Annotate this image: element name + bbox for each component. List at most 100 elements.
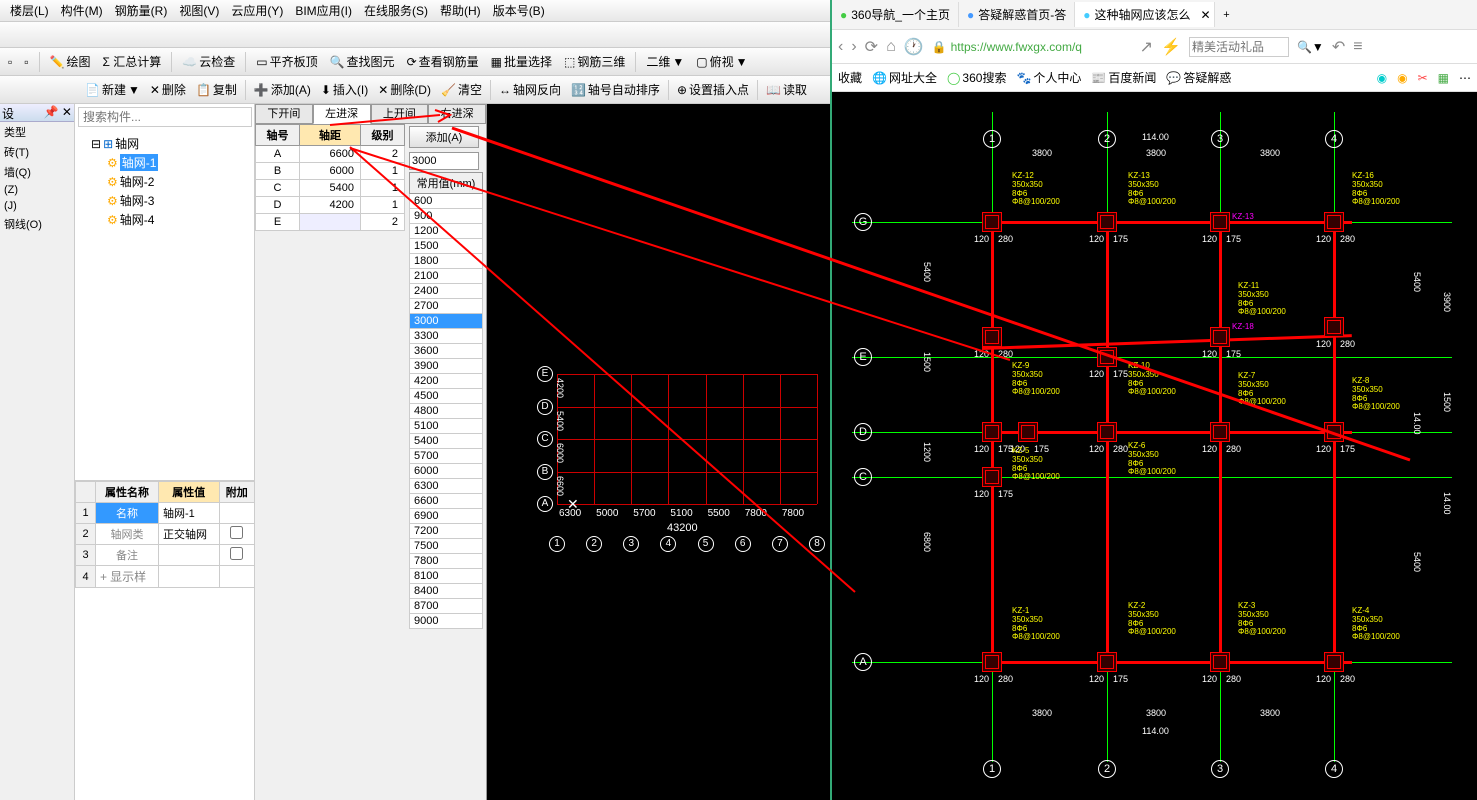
common-value-item[interactable]: 1500 xyxy=(409,239,483,254)
prop-name-2[interactable]: 备注 xyxy=(96,545,159,566)
undo-icon[interactable]: ↶ xyxy=(1332,37,1345,57)
menu-icon[interactable]: ≡ xyxy=(1353,38,1362,56)
common-value-item[interactable]: 5400 xyxy=(409,434,483,449)
browser-tab-1[interactable]: ●答疑解惑首页-答 xyxy=(959,2,1075,27)
common-value-item[interactable]: 2700 xyxy=(409,299,483,314)
menu-help[interactable]: 帮助(H) xyxy=(434,2,487,19)
url-input[interactable]: 🔒https://www.fwxgx.com/q xyxy=(932,40,1132,54)
cat-steel[interactable]: 钢线(O) xyxy=(0,214,74,234)
home-button[interactable]: ⌂ xyxy=(886,38,896,56)
menu-view[interactable]: 视图(V) xyxy=(173,2,225,19)
rebar-qty-button[interactable]: ⟳查看钢筋量 xyxy=(403,51,483,72)
menu-rebar[interactable]: 钢筋量(R) xyxy=(109,2,174,19)
tree-root[interactable]: ⊟⊞轴网 xyxy=(79,134,250,153)
common-value-item[interactable]: 2400 xyxy=(409,284,483,299)
table-row[interactable]: D42001 xyxy=(256,197,405,214)
menu-online[interactable]: 在线服务(S) xyxy=(358,2,434,19)
rebar3d-button[interactable]: ⬚钢筋三维 xyxy=(560,51,629,72)
cat-z[interactable]: (Z) xyxy=(0,182,74,198)
insert-button[interactable]: ⬇插入(I) xyxy=(317,79,372,100)
bookmark-fav[interactable]: 收藏 xyxy=(838,69,862,86)
delete-button[interactable]: ✕删除 xyxy=(146,79,190,100)
tree-item-1[interactable]: ⚙轴网-2 xyxy=(79,172,250,191)
tree-item-2[interactable]: ⚙轴网-3 xyxy=(79,191,250,210)
search-input[interactable] xyxy=(78,107,252,127)
tree-item-3[interactable]: ⚙轴网-4 xyxy=(79,210,250,229)
menu-cloud[interactable]: 云应用(Y) xyxy=(225,2,289,19)
set-insert-button[interactable]: ⊕设置插入点 xyxy=(673,79,753,100)
browser-search-input[interactable] xyxy=(1189,37,1289,57)
tab-bottom[interactable]: 下开间 xyxy=(255,104,313,124)
view-mode-dropdown[interactable]: 二维 ▼ xyxy=(642,51,688,72)
prop-val-2[interactable] xyxy=(158,545,219,566)
menu-bim[interactable]: BIM应用(I) xyxy=(289,2,358,19)
tab-right[interactable]: 右进深 xyxy=(428,104,486,124)
menu-ver[interactable]: 版本号(B) xyxy=(487,2,551,19)
common-value-item[interactable]: 3600 xyxy=(409,344,483,359)
search-dropdown-icon[interactable]: 🔍▼ xyxy=(1297,40,1324,54)
common-value-item[interactable]: 6600 xyxy=(409,494,483,509)
bookmark-3[interactable]: 🐾个人中心 xyxy=(1016,69,1081,86)
close-tab-icon[interactable]: ✕ xyxy=(1200,8,1210,22)
common-value-item[interactable]: 7800 xyxy=(409,554,483,569)
ext-4-icon[interactable]: ▦ xyxy=(1438,71,1449,85)
forward-button[interactable]: › xyxy=(851,38,856,56)
common-value-item[interactable]: 8700 xyxy=(409,599,483,614)
ext-5-icon[interactable]: ⋯ xyxy=(1459,71,1471,85)
clock-icon[interactable]: 🕐 xyxy=(904,37,924,57)
common-value-item[interactable]: 5100 xyxy=(409,419,483,434)
common-value-item[interactable]: 5700 xyxy=(409,449,483,464)
tree-item-0[interactable]: ⚙轴网-1 xyxy=(79,153,250,172)
find-button[interactable]: 🔍查找图元 xyxy=(326,51,399,72)
common-value-item[interactable]: 4500 xyxy=(409,389,483,404)
bookmark-5[interactable]: 💬答疑解惑 xyxy=(1166,69,1231,86)
ext-2-icon[interactable]: ◉ xyxy=(1397,71,1407,85)
common-value-item[interactable]: 6300 xyxy=(409,479,483,494)
table-row[interactable]: A66002 xyxy=(256,146,405,163)
read-button[interactable]: 📖读取 xyxy=(762,79,811,100)
common-value-item[interactable]: 600 xyxy=(409,194,483,209)
prop-name-1[interactable]: 轴网类 xyxy=(96,524,159,545)
persp-dropdown[interactable]: ▢俯视 ▼ xyxy=(692,51,751,72)
grid-preview[interactable]: ABCDE12345678✕63005000570051005500780078… xyxy=(487,104,830,800)
sum-button[interactable]: Σ 汇总计算 xyxy=(99,51,166,72)
add-value-button[interactable]: 添加(A) xyxy=(409,126,479,148)
common-value-item[interactable]: 1200 xyxy=(409,224,483,239)
common-value-item[interactable]: 8100 xyxy=(409,569,483,584)
menu-floor[interactable]: 楼层(L) xyxy=(4,2,55,19)
common-value-item[interactable]: 3300 xyxy=(409,329,483,344)
common-value-item[interactable]: 6900 xyxy=(409,509,483,524)
common-value-item[interactable]: 900 xyxy=(409,209,483,224)
prop-val-0[interactable]: 轴网-1 xyxy=(158,503,219,524)
auto-number-button[interactable]: 🔢轴号自动排序 xyxy=(567,79,664,100)
common-value-item[interactable]: 9000 xyxy=(409,614,483,629)
expand-icon[interactable]: + xyxy=(100,570,107,584)
flat-button[interactable]: ▭平齐板顶 xyxy=(252,51,321,72)
cat-brick[interactable]: 砖(T) xyxy=(0,142,74,162)
clear-button[interactable]: 🧹清空 xyxy=(437,79,486,100)
new-button[interactable]: 📄新建 ▼ xyxy=(81,79,144,100)
cat-wall[interactable]: 墙(Q) xyxy=(0,162,74,182)
bookmark-4[interactable]: 📰百度新闻 xyxy=(1091,69,1156,86)
menu-comp[interactable]: 构件(M) xyxy=(55,2,109,19)
prop-name-0[interactable]: 名称 xyxy=(96,503,159,524)
common-value-item[interactable]: 7200 xyxy=(409,524,483,539)
common-value-item[interactable]: 3000 xyxy=(409,314,483,329)
common-value-item[interactable]: 7500 xyxy=(409,539,483,554)
prop-name-3[interactable]: 显示样 xyxy=(110,570,146,584)
ext-1-icon[interactable]: ◉ xyxy=(1377,71,1387,85)
value-input[interactable] xyxy=(409,152,479,170)
prop-val-1[interactable]: 正交轴网 xyxy=(158,524,219,545)
tab-left[interactable]: 左进深 xyxy=(313,104,371,124)
browser-tab-2[interactable]: ●这种轴网应该怎么✕ xyxy=(1075,2,1215,27)
common-value-item[interactable]: 4800 xyxy=(409,404,483,419)
ext-3-icon[interactable]: ✂ xyxy=(1418,71,1428,85)
common-value-item[interactable]: 1800 xyxy=(409,254,483,269)
tool-small2[interactable]: ▫ xyxy=(20,53,32,71)
bookmark-2[interactable]: ◯360搜索 xyxy=(947,69,1006,86)
prop-check-1[interactable] xyxy=(230,526,243,539)
common-value-item[interactable]: 8400 xyxy=(409,584,483,599)
copy-button[interactable]: 📋复制 xyxy=(192,79,241,100)
common-value-item[interactable]: 3900 xyxy=(409,359,483,374)
table-row[interactable]: C54001 xyxy=(256,180,405,197)
